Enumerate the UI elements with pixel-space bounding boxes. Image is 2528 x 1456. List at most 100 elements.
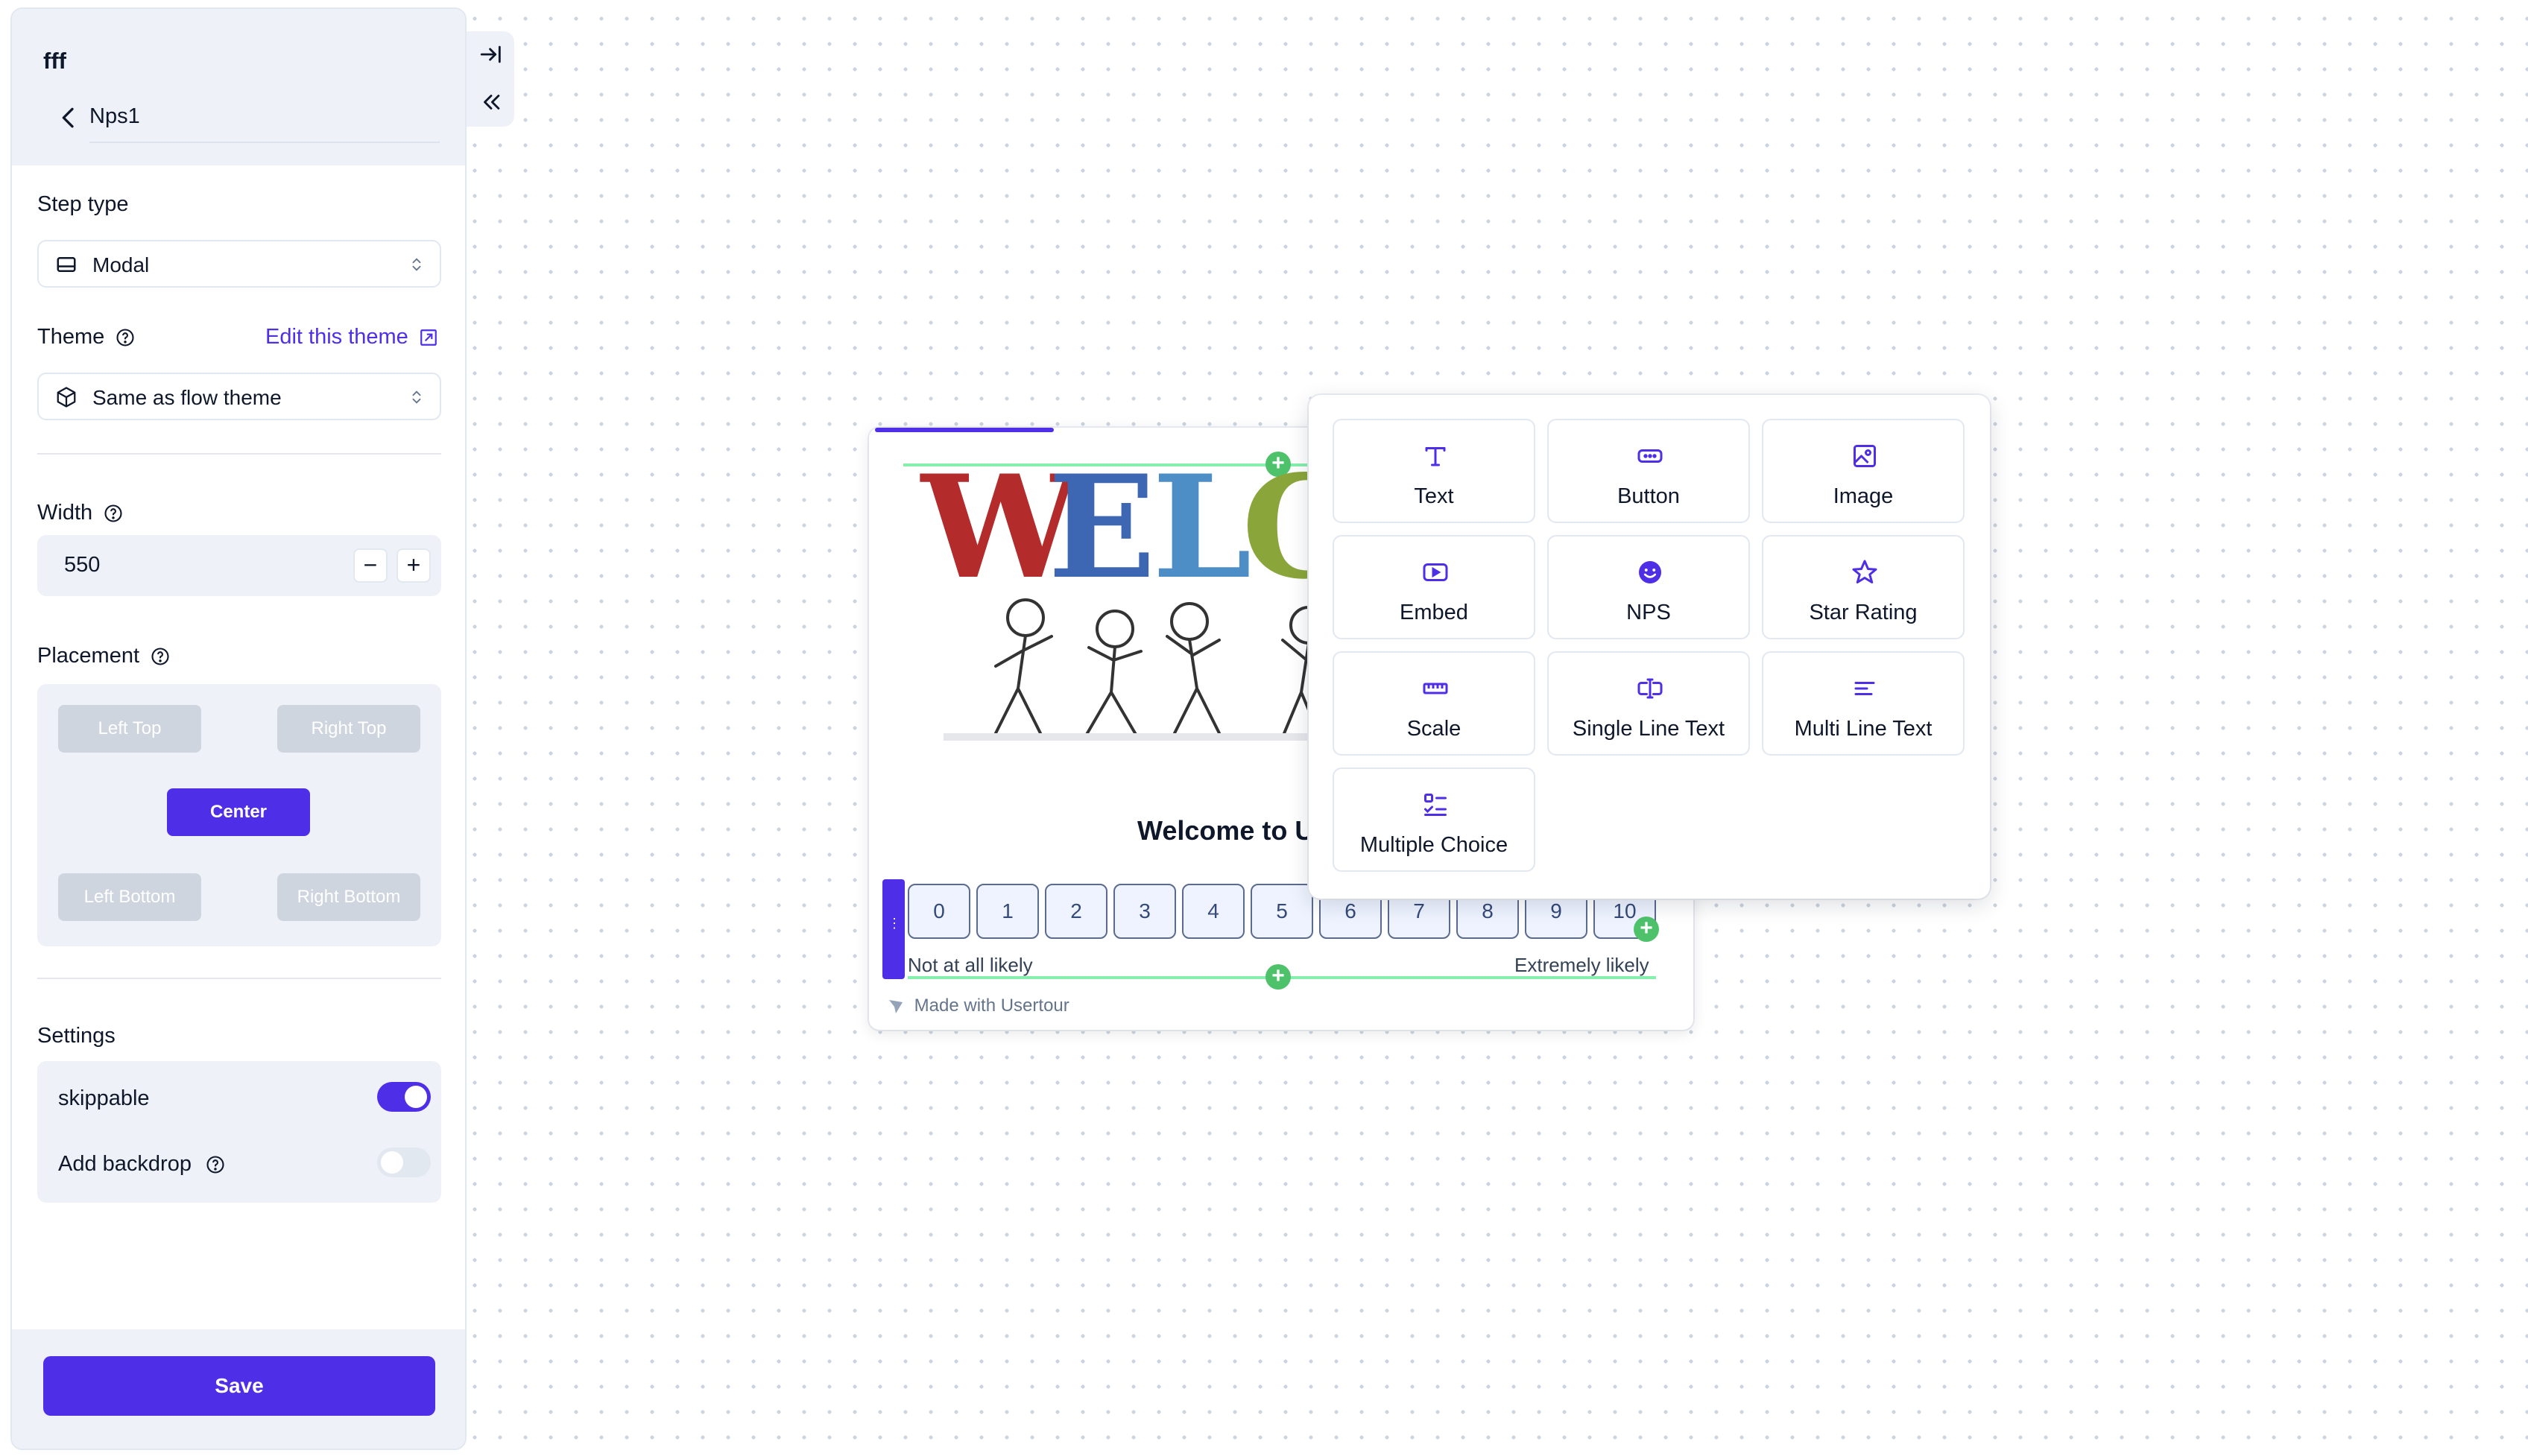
embed-icon — [1423, 563, 1448, 581]
button-icon — [1637, 449, 1663, 463]
sidebar-header: fff Nps1 — [12, 9, 465, 165]
progress-bar — [875, 428, 1054, 432]
divider — [37, 453, 441, 455]
skippable-label: skippable — [58, 1086, 150, 1110]
add-block-button[interactable]: + — [1265, 964, 1291, 990]
toggle-knob — [381, 1151, 403, 1174]
nps-low-label: Not at all likely — [908, 954, 1033, 976]
block-option-label: NPS — [1626, 601, 1671, 624]
star-icon — [1852, 560, 1877, 583]
nps-option-4[interactable]: 4 — [1182, 884, 1245, 939]
add-column-button[interactable]: + — [1634, 917, 1659, 942]
settings-panel: skippable Add backdrop — [37, 1061, 441, 1203]
theme-label-text: Theme — [37, 325, 105, 349]
chevron-up-down-icon — [412, 390, 421, 404]
width-label: Width — [37, 501, 124, 525]
modal-icon — [57, 257, 76, 272]
branding[interactable]: Made with Usertour — [887, 996, 1069, 1016]
block-option-single-line-text[interactable]: Single Line Text — [1547, 651, 1750, 756]
skippable-toggle[interactable] — [377, 1082, 431, 1112]
save-button[interactable]: Save — [43, 1356, 435, 1416]
ruler-icon — [1423, 683, 1448, 694]
stick-figures — [994, 598, 1333, 738]
placement-left-bottom-button[interactable]: Left Bottom — [58, 873, 201, 921]
welcome-letter-e: E — [1048, 465, 1156, 610]
settings-label: Settings — [37, 1024, 116, 1048]
cube-icon — [57, 387, 76, 408]
sidebar-footer: Save — [12, 1329, 465, 1449]
placement-center-button[interactable]: Center — [167, 788, 310, 836]
step-type-select[interactable]: Modal — [37, 240, 441, 288]
placement-picker: Left Top Right Top Center Left Bottom Ri… — [37, 684, 441, 946]
branding-text: Made with Usertour — [914, 996, 1069, 1016]
help-icon[interactable] — [150, 646, 171, 667]
block-option-nps[interactable]: NPS — [1547, 535, 1750, 639]
block-option-star-rating[interactable]: Star Rating — [1762, 535, 1965, 639]
backdrop-label: Add backdrop — [58, 1152, 192, 1176]
nps-option-1[interactable]: 1 — [976, 884, 1039, 939]
block-option-label: Single Line Text — [1572, 717, 1725, 741]
block-option-multiple-choice[interactable]: Multiple Choice — [1333, 767, 1535, 872]
backdrop-label-row: Add backdrop — [58, 1152, 226, 1177]
step-name-input[interactable]: Nps1 — [89, 104, 140, 129]
placement-right-top-button[interactable]: Right Top — [277, 705, 420, 753]
block-option-label: Scale — [1406, 717, 1462, 741]
block-option-label: Multi Line Text — [1794, 717, 1933, 741]
text-icon — [1425, 447, 1446, 466]
block-option-label: Embed — [1400, 601, 1468, 624]
block-option-embed[interactable]: Embed — [1333, 535, 1535, 639]
width-input[interactable]: 550 − + — [37, 535, 441, 596]
backdrop-toggle[interactable] — [377, 1148, 431, 1177]
width-value[interactable]: 550 — [64, 553, 100, 577]
block-option-button[interactable]: Button — [1547, 419, 1750, 523]
theme-label: Theme — [37, 325, 136, 349]
block-option-label: Text — [1414, 484, 1454, 508]
panel-toolbar — [467, 31, 514, 127]
nps-option-0[interactable]: 0 — [908, 884, 970, 939]
step-type-label: Step type — [37, 192, 129, 216]
width-label-text: Width — [37, 501, 93, 525]
step-type-value: Modal — [92, 253, 150, 276]
usertour-logo-icon — [889, 999, 903, 1013]
chevron-left-icon[interactable] — [54, 103, 83, 133]
placement-label-text: Placement — [37, 644, 140, 668]
help-icon[interactable] — [103, 503, 124, 524]
divider — [37, 978, 441, 979]
chevron-up-down-icon — [412, 258, 421, 271]
edit-theme-label: Edit this theme — [265, 325, 408, 349]
theme-select[interactable]: Same as flow theme — [37, 373, 441, 420]
nps-option-5[interactable]: 5 — [1251, 884, 1313, 939]
sidebar: fff Nps1 Step type Modal Theme Edit this… — [10, 7, 467, 1450]
block-option-label: Image — [1833, 484, 1894, 508]
list-check-icon — [1424, 794, 1447, 816]
theme-value: Same as flow theme — [92, 386, 282, 409]
nps-option-2[interactable]: 2 — [1045, 884, 1107, 939]
block-option-label: Button — [1617, 484, 1680, 508]
block-option-multi-line-text[interactable]: Multi Line Text — [1762, 651, 1965, 756]
chevrons-left-icon[interactable] — [478, 89, 504, 115]
welcome-letter-l: L — [1152, 465, 1252, 610]
block-option-scale[interactable]: Scale — [1333, 651, 1535, 756]
arrow-right-to-line-icon[interactable] — [478, 42, 504, 67]
placement-right-bottom-button[interactable]: Right Bottom — [277, 873, 420, 921]
block-option-text[interactable]: Text — [1333, 419, 1535, 523]
nps-option-3[interactable]: 3 — [1113, 884, 1176, 939]
drag-handle[interactable]: ⋮⋮ — [882, 879, 914, 979]
block-option-image[interactable]: Image — [1762, 419, 1965, 523]
edit-theme-link[interactable]: Edit this theme — [265, 325, 438, 349]
block-option-label: Multiple Choice — [1359, 833, 1508, 857]
image-icon — [1854, 445, 1876, 467]
modal-title: Welcome to U — [1137, 815, 1315, 846]
step-name-underline — [89, 142, 440, 143]
help-icon[interactable] — [205, 1154, 226, 1175]
app-name: fff — [43, 48, 66, 74]
add-block-menu: Text Button Image Embed NPS Star Rating … — [1309, 395, 1990, 899]
increment-button[interactable]: + — [396, 548, 431, 583]
placement-left-top-button[interactable]: Left Top — [58, 705, 201, 753]
nps-icon — [1639, 561, 1661, 583]
toggle-knob — [405, 1086, 427, 1108]
text-cursor-icon — [1637, 678, 1663, 699]
help-icon[interactable] — [115, 327, 136, 348]
decrement-button[interactable]: − — [353, 548, 388, 583]
multiline-icon — [1854, 682, 1875, 695]
